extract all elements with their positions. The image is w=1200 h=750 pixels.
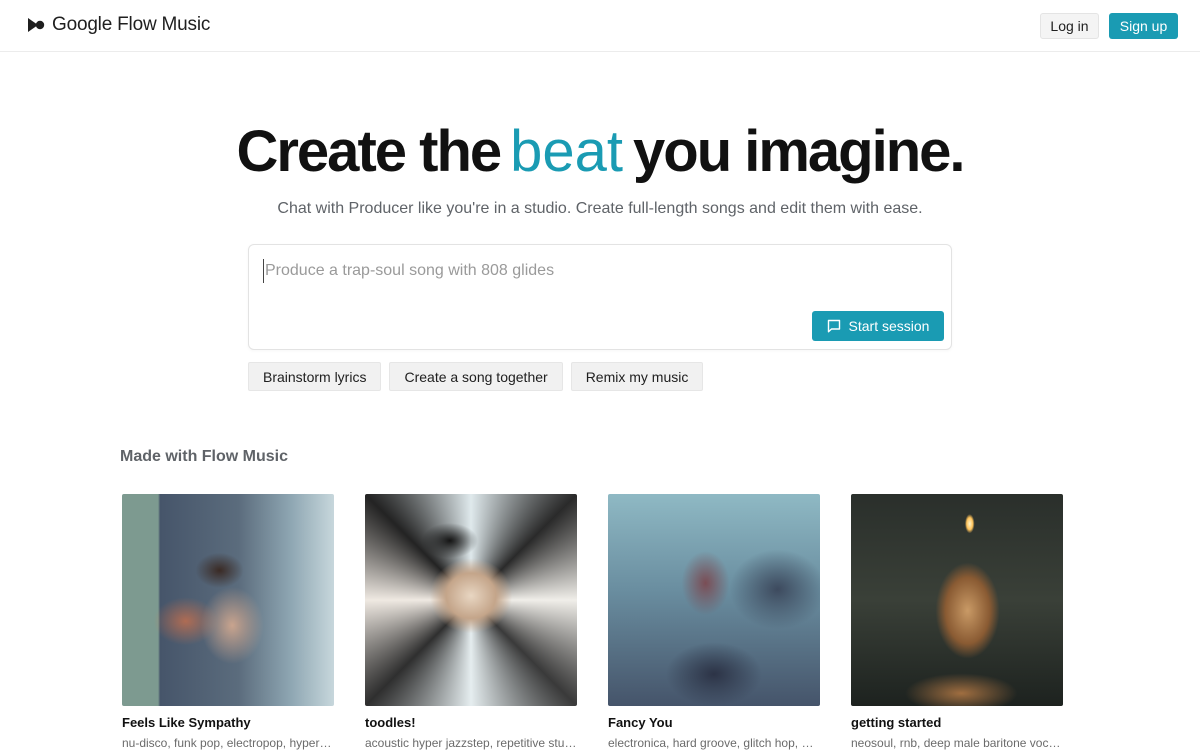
start-session-label: Start session [848, 318, 930, 334]
top-bar: Google Flow Music Log in Sign up [0, 0, 1200, 52]
gallery-title: Made with Flow Music [120, 448, 289, 465]
chat-icon [827, 319, 840, 333]
brand-name: Google Flow Music [52, 14, 211, 35]
hero-title-after: you imagine. [633, 119, 966, 184]
song-cover-image[interactable] [122, 494, 334, 706]
chip-brainstorm-lyrics[interactable]: Brainstorm lyrics [248, 362, 382, 391]
start-session-button[interactable]: Start session [812, 311, 944, 341]
hero-title-accent: beat [510, 119, 624, 184]
song-card[interactable]: toodles! acoustic hyper jazzstep, repeti… [365, 494, 577, 750]
song-tags: electronica, hard groove, glitch hop, el… [608, 736, 820, 750]
song-card[interactable]: Fancy You electronica, hard groove, glit… [608, 494, 820, 750]
hero-title: Create the beat you imagine. [0, 118, 1200, 185]
prompt-box: Start session [248, 244, 952, 350]
chip-create-song-together[interactable]: Create a song together [389, 362, 563, 391]
song-card[interactable]: Feels Like Sympathy nu-disco, funk pop, … [122, 494, 334, 750]
suggestion-chips: Brainstorm lyrics Create a song together… [248, 362, 704, 391]
song-cover-image[interactable] [608, 494, 820, 706]
song-title[interactable]: Fancy You [608, 715, 820, 730]
song-title[interactable]: Feels Like Sympathy [122, 715, 334, 730]
hero-subtitle: Chat with Producer like you're in a stud… [277, 200, 923, 217]
hero-title-before: Create the [236, 119, 502, 184]
song-title[interactable]: getting started [851, 715, 1063, 730]
signup-button[interactable]: Sign up [1109, 13, 1178, 39]
song-cover-image[interactable] [365, 494, 577, 706]
prompt-input[interactable] [263, 259, 923, 283]
song-card[interactable]: getting started neosoul, rnb, deep male … [851, 494, 1063, 750]
song-cover-image[interactable] [851, 494, 1063, 706]
chip-remix-my-music[interactable]: Remix my music [570, 362, 704, 391]
song-tags: neosoul, rnb, deep male baritone vocal, … [851, 736, 1063, 750]
login-button[interactable]: Log in [1040, 13, 1099, 39]
song-tags: acoustic hyper jazzstep, repetitive stut… [365, 736, 577, 750]
song-title[interactable]: toodles! [365, 715, 577, 730]
song-tags: nu-disco, funk pop, electropop, hyperpop… [122, 736, 334, 750]
brand[interactable]: Google Flow Music [26, 14, 210, 36]
flow-music-logo-icon [28, 18, 45, 32]
